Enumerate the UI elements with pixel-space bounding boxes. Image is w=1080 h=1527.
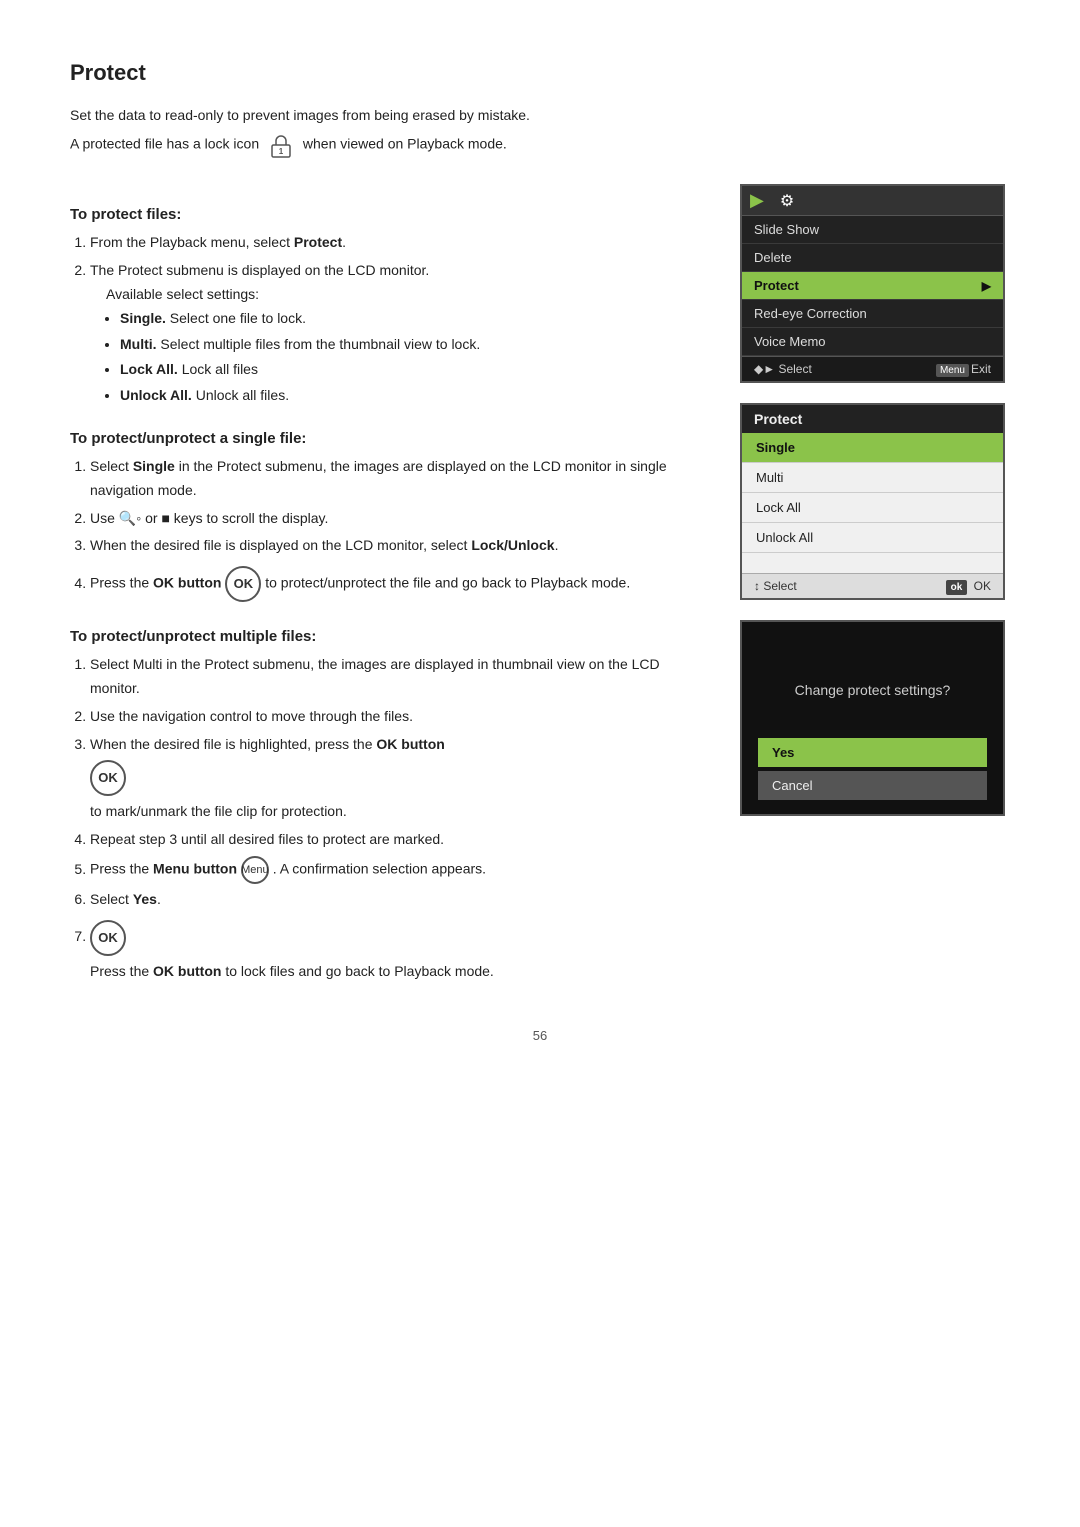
section2-steps: Select Single in the Protect submenu, th… bbox=[90, 455, 700, 606]
section1-steps: From the Playback menu, select Protect. … bbox=[90, 231, 700, 408]
content-layout: To protect files: From the Playback menu… bbox=[70, 184, 1010, 987]
right-column: ▶ ⚙ Slide Show Delete Protect ▶ Red-eye … bbox=[740, 184, 1010, 987]
list-item: Select Multi in the Protect submenu, the… bbox=[90, 653, 700, 701]
exit-label: MenuExit bbox=[936, 362, 991, 376]
menu-item-lockall: Lock All bbox=[742, 493, 1003, 523]
menu-button-icon: Menu bbox=[241, 856, 269, 884]
list-item: Unlock All. Unlock all files. bbox=[120, 384, 700, 408]
select-label: ◆► Select bbox=[754, 362, 812, 376]
list-item: Lock All. Lock all files bbox=[120, 358, 700, 382]
list-item: Press the OK button OK to protect/unprot… bbox=[90, 562, 700, 606]
dialog-text: Change protect settings? bbox=[756, 682, 989, 698]
list-item: From the Playback menu, select Protect. bbox=[90, 231, 700, 255]
menu-item-single: Single bbox=[742, 433, 1003, 463]
list-item: Press the Menu button Menu . A confirmat… bbox=[90, 856, 700, 884]
protect-dialog-screenshot: Change protect settings? Yes Cancel bbox=[740, 620, 1005, 816]
list-item: Use the navigation control to move throu… bbox=[90, 705, 700, 729]
page-title: Protect bbox=[70, 60, 1010, 86]
menu-item-slideshow: Slide Show bbox=[742, 216, 1003, 244]
menu-footer-2: ↕ Select ok OK bbox=[742, 573, 1003, 598]
menu-item-protect: Protect ▶ bbox=[742, 272, 1003, 300]
intro-paragraph-1: Set the data to read-only to prevent ima… bbox=[70, 104, 1010, 126]
ok-label: ok OK bbox=[946, 579, 991, 593]
intro-paragraph-2: A protected file has a lock icon 1 when … bbox=[70, 132, 1010, 158]
playback-menu-screenshot: ▶ ⚙ Slide Show Delete Protect ▶ Red-eye … bbox=[740, 184, 1005, 383]
cancel-button[interactable]: Cancel bbox=[758, 771, 987, 800]
available-settings-label: Available select settings: bbox=[106, 283, 700, 307]
menu-item-redeye: Red-eye Correction bbox=[742, 300, 1003, 328]
section1-heading: To protect files: bbox=[70, 206, 700, 223]
list-item: Multi. Select multiple files from the th… bbox=[120, 333, 700, 357]
section3-steps: Select Multi in the Protect submenu, the… bbox=[90, 653, 700, 983]
protect-menu-title: Protect bbox=[742, 405, 1003, 433]
ok-badge: ok bbox=[946, 580, 968, 595]
list-item: When the desired file is highlighted, pr… bbox=[90, 733, 700, 825]
left-column: To protect files: From the Playback menu… bbox=[70, 184, 700, 987]
dialog-area: Change protect settings? bbox=[742, 622, 1003, 728]
dialog-buttons: Yes Cancel bbox=[742, 728, 1003, 814]
section2-heading: To protect/unprotect a single file: bbox=[70, 430, 700, 447]
menu-item-voicememo: Voice Memo bbox=[742, 328, 1003, 356]
wrench-icon: ⚙ bbox=[780, 191, 794, 211]
list-item: Select Yes. bbox=[90, 888, 700, 912]
list-item: Single. Select one file to lock. bbox=[120, 307, 700, 331]
ok-button-icon-3: OK bbox=[90, 920, 126, 956]
protect-submenu-screenshot: Protect Single Multi Lock All Unlock All… bbox=[740, 403, 1005, 600]
lock-icon: 1 bbox=[266, 132, 296, 158]
menu-header: ▶ ⚙ bbox=[742, 186, 1003, 216]
list-item: When the desired file is displayed on th… bbox=[90, 534, 700, 558]
bullet-list: Single. Select one file to lock. Multi. … bbox=[120, 307, 700, 408]
select-label-2: ↕ Select bbox=[754, 579, 797, 593]
list-item: OK Press the OK button to lock files and… bbox=[90, 916, 700, 984]
list-item: Use 🔍◦ or ■ keys to scroll the display. bbox=[90, 507, 700, 531]
list-item: Select Single in the Protect submenu, th… bbox=[90, 455, 700, 503]
page-number: 56 bbox=[70, 1028, 1010, 1043]
yes-button[interactable]: Yes bbox=[758, 738, 987, 767]
play-icon: ▶ bbox=[750, 190, 764, 211]
list-item: Repeat step 3 until all desired files to… bbox=[90, 828, 700, 852]
svg-text:1: 1 bbox=[279, 147, 284, 156]
ok-button-icon-2: OK bbox=[90, 760, 126, 796]
chevron-right-icon: ▶ bbox=[982, 279, 991, 293]
section3-heading: To protect/unprotect multiple files: bbox=[70, 628, 700, 645]
list-item: The Protect submenu is displayed on the … bbox=[90, 259, 700, 408]
ok-button-icon: OK bbox=[225, 566, 261, 602]
menu-item-multi: Multi bbox=[742, 463, 1003, 493]
menu-footer-1: ◆► Select MenuExit bbox=[742, 356, 1003, 381]
menu-item-unlockall: Unlock All bbox=[742, 523, 1003, 553]
menu-item-delete: Delete bbox=[742, 244, 1003, 272]
